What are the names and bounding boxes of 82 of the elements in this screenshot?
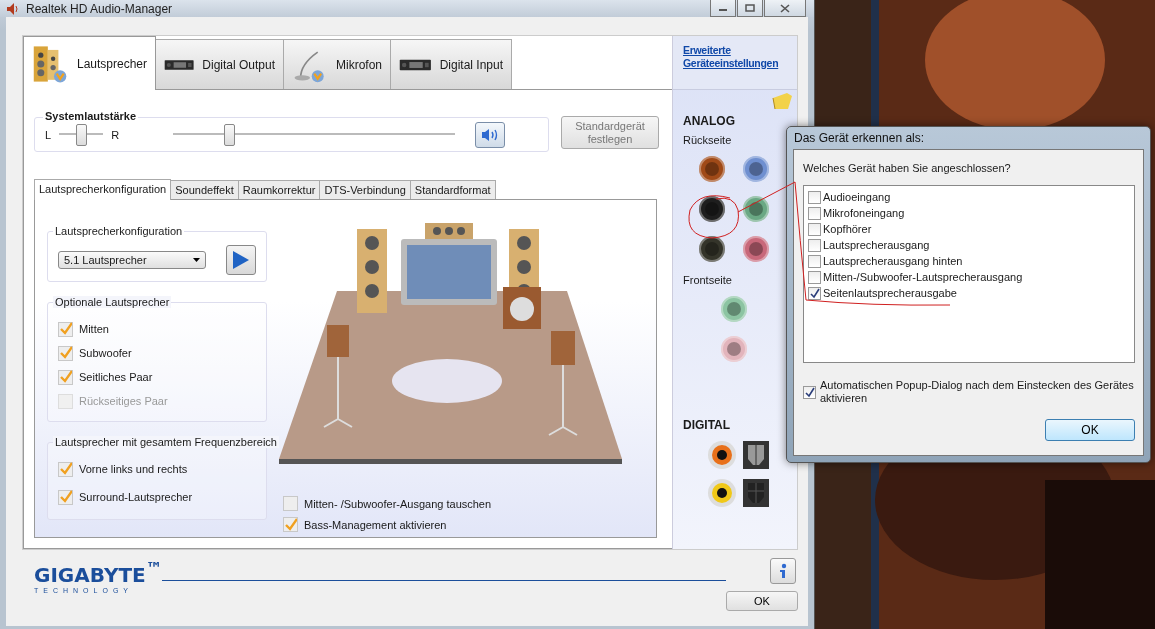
close-icon xyxy=(780,3,790,13)
checkbox[interactable] xyxy=(808,254,821,268)
checkbox[interactable] xyxy=(58,489,73,505)
audio-jack[interactable] xyxy=(699,196,725,222)
speaker-config-dropdown[interactable]: 5.1 Lautsprecher xyxy=(58,251,206,269)
slider-thumb[interactable] xyxy=(76,123,88,146)
play-button[interactable] xyxy=(226,245,256,275)
checkbox-label: Bass-Management aktivieren xyxy=(304,518,447,531)
checkbox-label: Surround-Lautsprecher xyxy=(79,491,193,503)
mute-button[interactable] xyxy=(475,121,506,148)
window-title: Realtek HD Audio-Manager xyxy=(26,1,173,16)
balance-slider[interactable] xyxy=(59,123,104,146)
checkbox[interactable] xyxy=(58,321,73,337)
section-title: ANALOG xyxy=(683,114,736,128)
checkbox-label: Subwoofer xyxy=(79,347,132,359)
section-label: Frontseite xyxy=(683,274,733,286)
ok-button[interactable]: OK xyxy=(1045,419,1135,441)
checkbox-label: Mitten xyxy=(79,323,109,335)
balance-left-label: L xyxy=(45,128,52,141)
checkbox[interactable] xyxy=(803,386,816,399)
checkbox[interactable] xyxy=(808,270,821,284)
dropdown-arrow-icon xyxy=(193,258,200,262)
brand-logo: GIGABYTE$^{™}$ xyxy=(34,558,162,586)
ok-button[interactable]: OK xyxy=(726,591,798,611)
checkbox[interactable] xyxy=(58,461,73,477)
checkbox[interactable] xyxy=(283,517,298,532)
section-label: Rückseite xyxy=(683,134,733,146)
group-title: Lautsprecherkonfiguration xyxy=(53,225,185,237)
device-tab[interactable]: Mikrofon xyxy=(283,39,391,89)
checkbox-label: Mitten-/Subwoofer-Lautsprecherausgang xyxy=(823,271,1023,283)
checkbox[interactable] xyxy=(58,345,73,361)
checkbox-label: Vorne links und rechts xyxy=(79,463,188,475)
group-title: Systemlautstärke xyxy=(43,110,139,122)
dialog-title: Das Gerät erkennen als: xyxy=(793,130,926,147)
checkbox-label: Kopfhörer xyxy=(823,223,872,235)
slider-thumb[interactable] xyxy=(224,123,236,146)
checkbox-label: Mikrofoneingang xyxy=(823,207,905,219)
device-tab[interactable]: Lautsprecher xyxy=(23,36,156,90)
device-tab[interactable]: Digital Output xyxy=(155,39,284,89)
close-button[interactable] xyxy=(764,0,806,17)
group-title: Lautsprecher mit gesamtem Frequenzbereich xyxy=(53,436,279,448)
settings-tab[interactable]: Lautsprecherkonfiguration xyxy=(34,179,172,200)
coaxial-jack-icon[interactable] xyxy=(707,440,737,470)
info-button[interactable] xyxy=(770,558,796,584)
balance-right-label: R xyxy=(111,128,120,141)
checkbox-label: Seitliches Paar xyxy=(79,371,153,383)
maximize-icon xyxy=(745,4,755,12)
device-tab[interactable]: Digital Input xyxy=(390,39,512,89)
settings-tab[interactable]: DTS-Verbindung xyxy=(319,180,411,199)
settings-tab[interactable]: Soundeffekt xyxy=(170,180,239,199)
dialog-question: Welches Gerät haben Sie angeschlossen? xyxy=(803,162,1012,174)
audio-jack[interactable] xyxy=(699,236,725,262)
maximize-button[interactable] xyxy=(737,0,763,17)
play-icon xyxy=(233,251,249,269)
checkbox-label: Automatischen Popup-Dialog nach dem Einstecken des Gerätes aktivieren xyxy=(820,379,1135,405)
checkbox[interactable] xyxy=(808,206,821,220)
volume-icon xyxy=(481,127,500,142)
info-icon xyxy=(778,563,788,579)
checkbox[interactable] xyxy=(808,222,821,236)
settings-tab[interactable]: Standardformat xyxy=(409,180,496,199)
checkbox-label: Lautsprecherausgang xyxy=(823,239,930,251)
checkbox[interactable] xyxy=(808,238,821,252)
checkbox-label: Audioeingang xyxy=(823,191,891,203)
coaxial-jack-icon[interactable] xyxy=(707,478,737,508)
checkbox-label: Seitenlautsprecherausgabe xyxy=(823,287,957,299)
settings-tab[interactable]: Raumkorrektur xyxy=(237,180,321,199)
speaker-icon xyxy=(6,1,20,16)
group-title: Optionale Lautsprecher xyxy=(53,296,172,308)
optical-port-icon[interactable] xyxy=(743,441,769,469)
checkbox-label: Mitten- /Subwoofer-Ausgang tauschen xyxy=(304,497,492,510)
checkbox[interactable] xyxy=(283,496,298,511)
minimize-button[interactable] xyxy=(710,0,736,17)
volume-slider[interactable] xyxy=(173,123,456,146)
checkbox-label: Rückseitiges Paar xyxy=(79,395,168,407)
default-device-button[interactable]: Standardgerät festlegen xyxy=(561,116,659,149)
checkbox[interactable] xyxy=(58,369,73,385)
audio-jack[interactable] xyxy=(699,156,725,182)
checkbox[interactable] xyxy=(808,286,821,300)
advanced-settings-link[interactable]: Erweiterte Geräteeinstellungen xyxy=(683,44,787,70)
checkbox[interactable] xyxy=(808,190,821,204)
checkbox-label: Lautsprecherausgang hinten xyxy=(823,255,963,267)
section-title: DIGITAL xyxy=(683,418,732,432)
